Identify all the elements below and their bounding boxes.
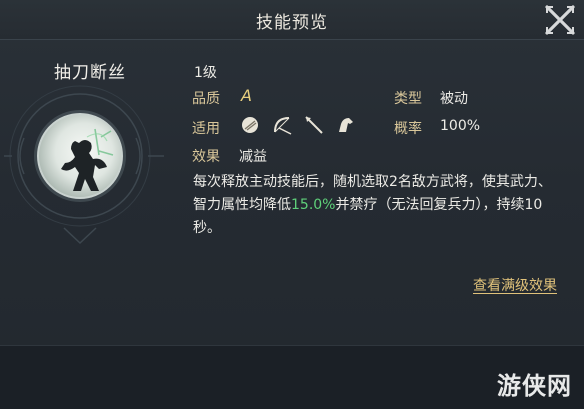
rate-label: 概率: [394, 121, 422, 137]
effect-value: 减益: [239, 149, 267, 165]
effect-label: 效果: [192, 149, 220, 165]
skill-preview-panel: 技能预览 抽刀断丝 1级 品质 A 类型 被动 适用 概率 100% 效果 减益…: [0, 0, 584, 409]
quality-value: A: [241, 86, 252, 105]
title-bar: 技能预览: [0, 0, 584, 40]
view-full-level-effect-link[interactable]: 查看满级效果: [473, 275, 557, 295]
type-label: 类型: [394, 91, 422, 107]
close-icon: [545, 5, 575, 35]
quality-label: 品质: [192, 91, 220, 107]
skill-portrait-image: [37, 113, 123, 199]
warrior-silhouette-icon: [61, 128, 114, 191]
spear-icon: [302, 113, 326, 137]
shield-icon: [238, 113, 262, 137]
panel-title: 技能预览: [256, 13, 328, 33]
apply-troop-icons: [238, 113, 358, 137]
horse-icon: [334, 113, 358, 137]
apply-label: 适用: [192, 121, 220, 137]
description-highlight-value: 15.0%: [291, 197, 336, 213]
rate-value: 100%: [440, 118, 481, 134]
close-button[interactable]: [542, 2, 578, 38]
bow-icon: [270, 113, 294, 137]
type-value: 被动: [440, 91, 468, 107]
watermark-logo: 游侠网: [497, 372, 572, 400]
skill-name: 抽刀断丝: [54, 63, 126, 83]
skill-level: 1级: [194, 65, 217, 81]
skill-description: 每次释放主动技能后，随机选取2名敌方武将，使其武力、智力属性均降低15.0%并禁…: [193, 171, 559, 240]
